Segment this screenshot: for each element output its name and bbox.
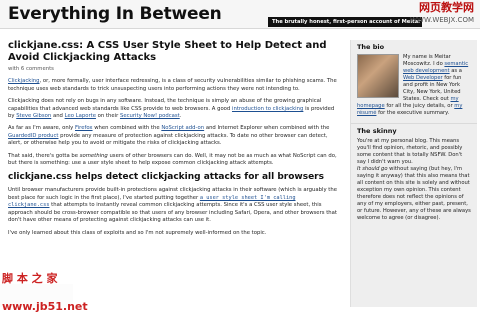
paragraph-2: Clickjacking does not rely on bugs in an… bbox=[8, 98, 338, 120]
watermark-top-text: 网页教学网 bbox=[419, 1, 474, 14]
guardedid-link[interactable]: GuardedID product bbox=[8, 133, 58, 139]
skinny-emphasis: It should go bbox=[357, 166, 388, 172]
web-developer-link[interactable]: Web Developer bbox=[403, 75, 443, 81]
paragraph-5: Until browser manufacturers provide buil… bbox=[8, 187, 338, 224]
p2-text-e: . bbox=[179, 113, 182, 120]
bio-heading: The bio bbox=[357, 43, 385, 51]
p2-text-c: and bbox=[51, 113, 65, 120]
p4-text-a: That said, there's gotta be bbox=[8, 152, 80, 159]
sidebar: The bio My name is Meitar Moscowitz. I d… bbox=[350, 40, 477, 307]
p3-text-c: and Internet Explorer when combined with… bbox=[204, 125, 330, 132]
clickjacking-link[interactable]: Clickjacking bbox=[8, 78, 40, 84]
p3-text-a: As far as I'm aware, only bbox=[8, 125, 75, 132]
leo-laporte-link[interactable]: Leo Laporte bbox=[65, 113, 96, 119]
site-header: Everything In Between The brutally hones… bbox=[0, 0, 480, 29]
section-heading: clickjane.css helps detect clickjacking … bbox=[8, 172, 324, 183]
p3-text-b: when combined with the bbox=[92, 125, 162, 132]
post-article: clickjane.css: A CSS User Style Sheet to… bbox=[8, 40, 338, 242]
bio-text-d: for all the juicy details, or bbox=[384, 103, 455, 109]
paragraph-6: I've only learned about this class of ex… bbox=[8, 229, 267, 236]
bio-text: My name is Meitar Moscowitz. I do semant… bbox=[351, 54, 477, 117]
avatar bbox=[357, 54, 399, 98]
p2-text-d: on their bbox=[95, 113, 120, 120]
steve-gibson-link[interactable]: Steve Gibson bbox=[16, 113, 51, 119]
security-now-link[interactable]: Security Now! podcast bbox=[120, 113, 180, 119]
watermark-bottom-text: 脚 本 之 家 bbox=[2, 272, 58, 285]
site-tagline: The brutally honest, first-person accoun… bbox=[268, 17, 422, 27]
noscript-link[interactable]: NoScript add-on bbox=[161, 125, 204, 131]
paragraph-1: Clickjacking, or, more formally, user in… bbox=[8, 78, 338, 93]
p5-text-b: that attempts to instantly reveal common… bbox=[8, 202, 337, 224]
paragraph-4: That said, there's gotta be something us… bbox=[8, 153, 338, 168]
paragraph-3: As far as I'm aware, only Firefox when c… bbox=[8, 125, 338, 147]
comments-count[interactable]: with 6 comments bbox=[8, 66, 338, 73]
skinny-section: The skinny You're at my personal blog. T… bbox=[351, 123, 477, 222]
paragraph-1-text: , or, more formally, user interface redr… bbox=[8, 78, 337, 92]
site-title[interactable]: Everything In Between bbox=[8, 4, 222, 24]
bio-text-e: for the executive summary. bbox=[376, 110, 450, 116]
skinny-text: You're at my personal blog. This means y… bbox=[351, 138, 477, 222]
skinny-text-b: without saying (but hey, I'm saying it a… bbox=[357, 166, 471, 221]
watermark-top-url: WWW.WEBJX.COM bbox=[410, 16, 474, 24]
skinny-heading: The skinny bbox=[357, 127, 397, 135]
firefox-link[interactable]: Firefox bbox=[75, 125, 93, 131]
bio-text-b: as a bbox=[449, 68, 462, 74]
post-title[interactable]: clickjane.css: A CSS User Style Sheet to… bbox=[8, 40, 338, 64]
watermark-top-right: 网页教学网 WWW.WEBJX.COM bbox=[410, 2, 474, 26]
p4-emphasis: something bbox=[79, 152, 108, 159]
skinny-text-a: You're at my personal blog. This means y… bbox=[357, 138, 463, 165]
intro-clickjacking-link[interactable]: introduction to clickjacking bbox=[232, 106, 303, 112]
